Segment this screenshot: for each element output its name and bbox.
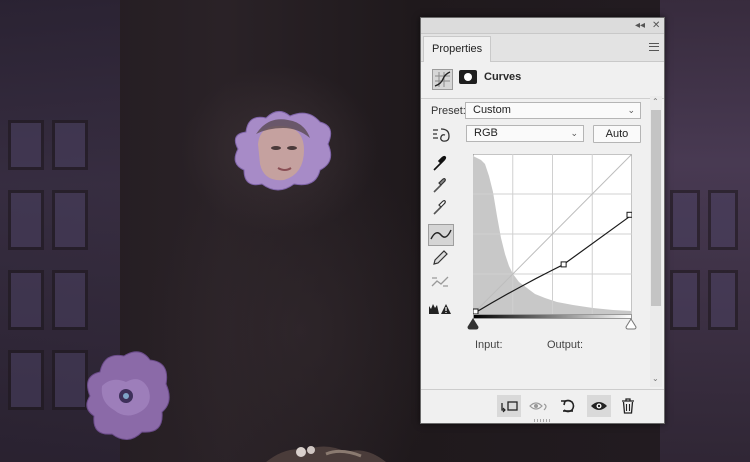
preset-value: Custom xyxy=(473,104,511,116)
toggle-visibility-icon[interactable] xyxy=(587,395,611,417)
curves-graph[interactable] xyxy=(473,154,632,314)
reset-defaults-icon[interactable] xyxy=(556,395,580,417)
window-pane xyxy=(708,190,738,250)
clipping-warning-icon[interactable] xyxy=(428,298,452,318)
window-pane xyxy=(52,270,88,330)
adjustment-title: Curves xyxy=(484,71,522,83)
collapse-panel-icon[interactable]: ◂◂ xyxy=(635,19,645,33)
delete-adjustment-icon[interactable] xyxy=(616,395,640,417)
window-pane xyxy=(52,120,88,170)
chevron-down-icon: ⌄ xyxy=(627,105,635,115)
purple-flower-image xyxy=(86,351,170,440)
scroll-down-icon[interactable]: ⌄ xyxy=(652,374,659,383)
window-pane xyxy=(8,190,44,250)
divider xyxy=(421,98,664,99)
curve-control-point[interactable] xyxy=(626,211,632,218)
white-point-slider-icon[interactable] xyxy=(625,318,637,330)
input-label: Input: xyxy=(475,339,503,351)
close-panel-icon[interactable]: ✕ xyxy=(652,19,660,33)
channel-value: RGB xyxy=(474,127,498,139)
adjustment-header: Curves xyxy=(421,63,664,99)
edit-points-curve-icon[interactable] xyxy=(428,224,454,246)
scroll-thumb[interactable] xyxy=(651,110,661,306)
panel-title-bar[interactable]: ◂◂ ✕ xyxy=(421,18,664,34)
input-gradient-bar xyxy=(473,314,632,319)
black-point-slider-icon[interactable] xyxy=(467,318,479,330)
chevron-down-icon: ⌄ xyxy=(570,128,578,138)
window-pane xyxy=(8,270,44,330)
window-pane xyxy=(670,270,700,330)
preset-label: Preset: xyxy=(431,105,466,117)
gray-point-eyedropper-icon[interactable] xyxy=(428,176,452,196)
face-flower-image xyxy=(234,111,332,191)
panel-footer xyxy=(421,389,664,423)
smooth-curve-icon[interactable] xyxy=(428,272,452,292)
white-point-eyedropper-icon[interactable] xyxy=(428,198,452,218)
pencil-draw-curve-icon[interactable] xyxy=(428,248,452,268)
black-point-eyedropper-icon[interactable] xyxy=(428,154,452,174)
layer-mask-icon[interactable] xyxy=(459,70,477,84)
tab-properties[interactable]: Properties xyxy=(423,36,492,62)
channel-select[interactable]: RGB ⌄ xyxy=(466,125,584,142)
window-pane xyxy=(708,270,738,330)
output-label: Output: xyxy=(547,339,584,351)
window-pane xyxy=(8,120,44,170)
clip-to-layer-button-icon[interactable] xyxy=(497,395,521,417)
view-previous-state-icon[interactable] xyxy=(527,395,551,417)
curves-adjustment-icon[interactable] xyxy=(432,69,453,90)
panel-tab-bar: Properties xyxy=(421,34,664,62)
window-pane xyxy=(670,190,700,250)
window-pane xyxy=(52,190,88,250)
on-image-adjust-icon[interactable] xyxy=(428,125,452,145)
curve-control-point[interactable] xyxy=(560,261,567,268)
preset-select[interactable]: Custom ⌄ xyxy=(465,102,641,119)
auto-button[interactable]: Auto xyxy=(593,125,641,143)
scroll-up-icon[interactable]: ⌃ xyxy=(652,97,659,106)
panel-menu-icon[interactable] xyxy=(649,43,659,51)
panel-resize-grip[interactable] xyxy=(534,419,552,422)
window-pane xyxy=(8,350,44,410)
canvas-figure-partial xyxy=(266,446,386,462)
